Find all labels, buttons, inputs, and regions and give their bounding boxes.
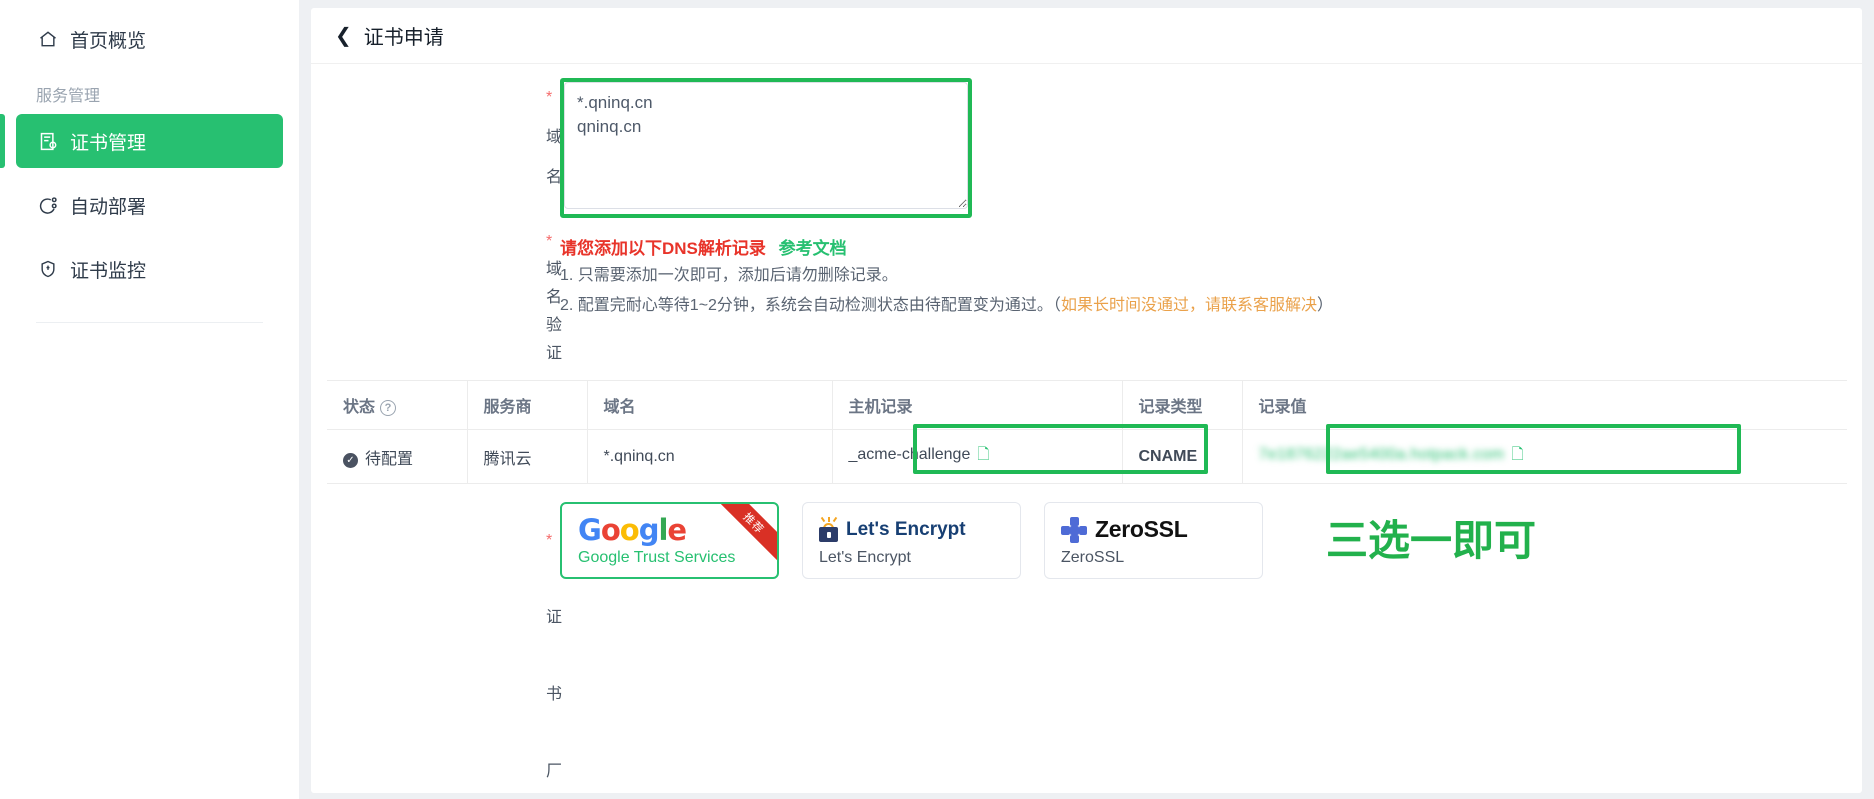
sidebar-group-label: 服务管理 [36,88,101,105]
cell-domain: *.qninq.cn [586,429,832,484]
required-asterisk-verify: * [546,233,553,250]
cell-status: ✓ 待配置 [327,429,467,484]
home-icon [36,27,60,51]
sidebar-item-auto-deploy[interactable]: 自动部署 [16,178,283,232]
lets-encrypt-wordmark: Let's Encrypt [846,518,966,540]
sidebar-item-certificate-management[interactable]: 证书管理 [16,114,283,168]
zerossl-wordmark: ZeroSSL [1095,516,1188,542]
question-icon[interactable]: ? [380,400,397,416]
vendor-card-lets-encrypt[interactable]: Let's Encrypt Let's Encrypt [802,502,1021,579]
dns-instruction-line-2-tail: ） [1316,297,1333,314]
required-asterisk-vendor: * [546,532,553,549]
sidebar-divider [36,322,263,323]
google-letter-o2: o [619,512,640,547]
cell-provider[interactable]: 腾讯云 [466,429,587,484]
check-circle-icon: ✓ [343,452,358,468]
vendor-card-google[interactable]: 推荐 Google Google Trust Services [560,502,779,579]
main-content: ❮ 证书申请 *域名 *域名验证 [299,0,1874,799]
zerossl-logo: ZeroSSL [1061,515,1262,545]
google-letter-o1: o [600,512,621,547]
dns-instruction-line-1: 1. 只需要添加一次即可，添加后请勿删除记录。 [560,267,898,284]
dns-table-wrap: 状态? 服务商 域名 主机记录 记录类型 记录值 ✓ 待配置 腾讯云 *.qni… [327,380,1847,484]
reference-doc-link[interactable]: 参考文档 [779,239,847,258]
required-asterisk: * [546,89,553,106]
vendor-label: *证书厂商 [546,532,563,780]
domain-label: *域名 [546,89,563,186]
sidebar-item-label: 首页概览 [70,30,147,52]
th-record-value: 记录值 [1241,380,1847,430]
copy-icon-value[interactable]: 🗋 [1511,444,1523,469]
th-domain: 域名 [586,380,832,430]
cell-record-value: 7e1876222ae5400a.hotpack.com 🗋 [1241,429,1847,484]
cell-host-record: _acme-challenge 🗋 [831,429,1122,484]
th-host-record: 主机记录 [831,380,1122,430]
certificate-icon [36,129,60,153]
sidebar-item-home[interactable]: 首页概览 [16,12,283,66]
table-row: ✓ 待配置 腾讯云 *.qninq.cn _acme-challenge 🗋 CNA… [327,429,1847,484]
table-header-row: 状态? 服务商 域名 主机记录 记录类型 记录值 [327,380,1847,430]
vendor-name-lets-encrypt: Let's Encrypt [819,548,911,566]
form-row-domain-verify: *域名验证 请您添加以下DNS解析记录 参考文档 1. 只需要添加一次即可，添加… [311,228,1862,368]
domain-input[interactable] [564,82,968,209]
shield-icon [36,257,60,281]
dns-title-line: 请您添加以下DNS解析记录 参考文档 [560,234,1333,259]
page-title: 证书申请 [363,27,444,49]
deploy-icon [36,193,60,217]
sidebar-item-certificate-monitor[interactable]: 证书监控 [16,242,283,296]
dns-instruction-line-2-main: 2. 配置完耐心等待1~2分钟，系统会自动检测状态由待配置变为通过。（ [560,297,1061,314]
google-letter-g2: g [638,512,660,547]
dns-instruction-line-2: 2. 配置完耐心等待1~2分钟，系统会自动检测状态由待配置变为通过。（如果长时间… [560,293,1333,319]
dns-table-container: 状态? 服务商 域名 主机记录 记录类型 记录值 ✓ 待配置 腾讯云 *.qni… [311,380,1862,484]
domain-highlight-box [560,78,972,218]
sidebar: 首页概览 服务管理 证书管理 自动部署 证书监控 [0,0,299,799]
google-letter-e: e [667,512,687,547]
zerossl-mark-icon [1061,516,1087,543]
google-letter-g1: G [578,512,602,547]
domain-verify-label: *域名验证 [546,233,563,362]
dns-table-head: 状态? 服务商 域名 主机记录 记录类型 记录值 [327,380,1847,430]
lets-encrypt-logo: Let's Encrypt [819,515,1020,545]
vendor-annotation: 三选一即可 [1326,516,1537,565]
lock-icon [819,516,839,542]
th-record-type: 记录类型 [1121,380,1242,430]
chevron-left-icon[interactable]: ❮ [335,26,352,46]
form-row-domain: *域名 [311,78,1862,218]
dns-table-body: ✓ 待配置 腾讯云 *.qninq.cn _acme-challenge 🗋 CNA… [327,429,1847,484]
form-row-vendor: *证书厂商 推荐 Google Google Trust Services [311,502,1862,793]
vendor-name-google: Google Trust Services [578,548,736,566]
app-root: 首页概览 服务管理 证书管理 自动部署 证书监控 ❮ 证书申请 *域名 *.qn… [0,0,1874,799]
dns-instructions: 请您添加以下DNS解析记录 参考文档 1. 只需要添加一次即可，添加后请勿删除记… [560,228,1333,319]
dns-title-text: 请您添加以下DNS解析记录 [560,239,766,258]
sidebar-item-label: 证书管理 [70,132,147,154]
certificate-apply-panel: ❮ 证书申请 *域名 *域名验证 [311,8,1862,793]
copy-icon[interactable]: 🗋 [977,444,989,469]
certificate-apply-form: *域名 *域名验证 请您添加以下DNS解析记录 参考文档 [311,64,1862,793]
vendor-card-zerossl[interactable]: ZeroSSL ZeroSSL [1044,502,1263,579]
vendor-card-list: 推荐 Google Google Trust Services Let's En… [560,502,1536,579]
th-provider: 服务商 [466,380,587,430]
cell-record-type: CNAME [1121,429,1242,484]
sidebar-item-label: 证书监控 [70,260,147,282]
dns-records-table: 状态? 服务商 域名 主机记录 记录类型 记录值 ✓ 待配置 腾讯云 *.qni… [327,380,1847,484]
vendor-name-zerossl: ZeroSSL [1061,548,1125,566]
sidebar-item-label: 自动部署 [70,196,147,218]
record-value-masked: 7e1876222ae5400a.hotpack.com [1258,446,1505,463]
panel-header: ❮ 证书申请 [311,8,1862,64]
dns-instruction-warning: 如果长时间没通过，请联系客服解决 [1060,297,1317,314]
th-status: 状态? [327,380,467,430]
